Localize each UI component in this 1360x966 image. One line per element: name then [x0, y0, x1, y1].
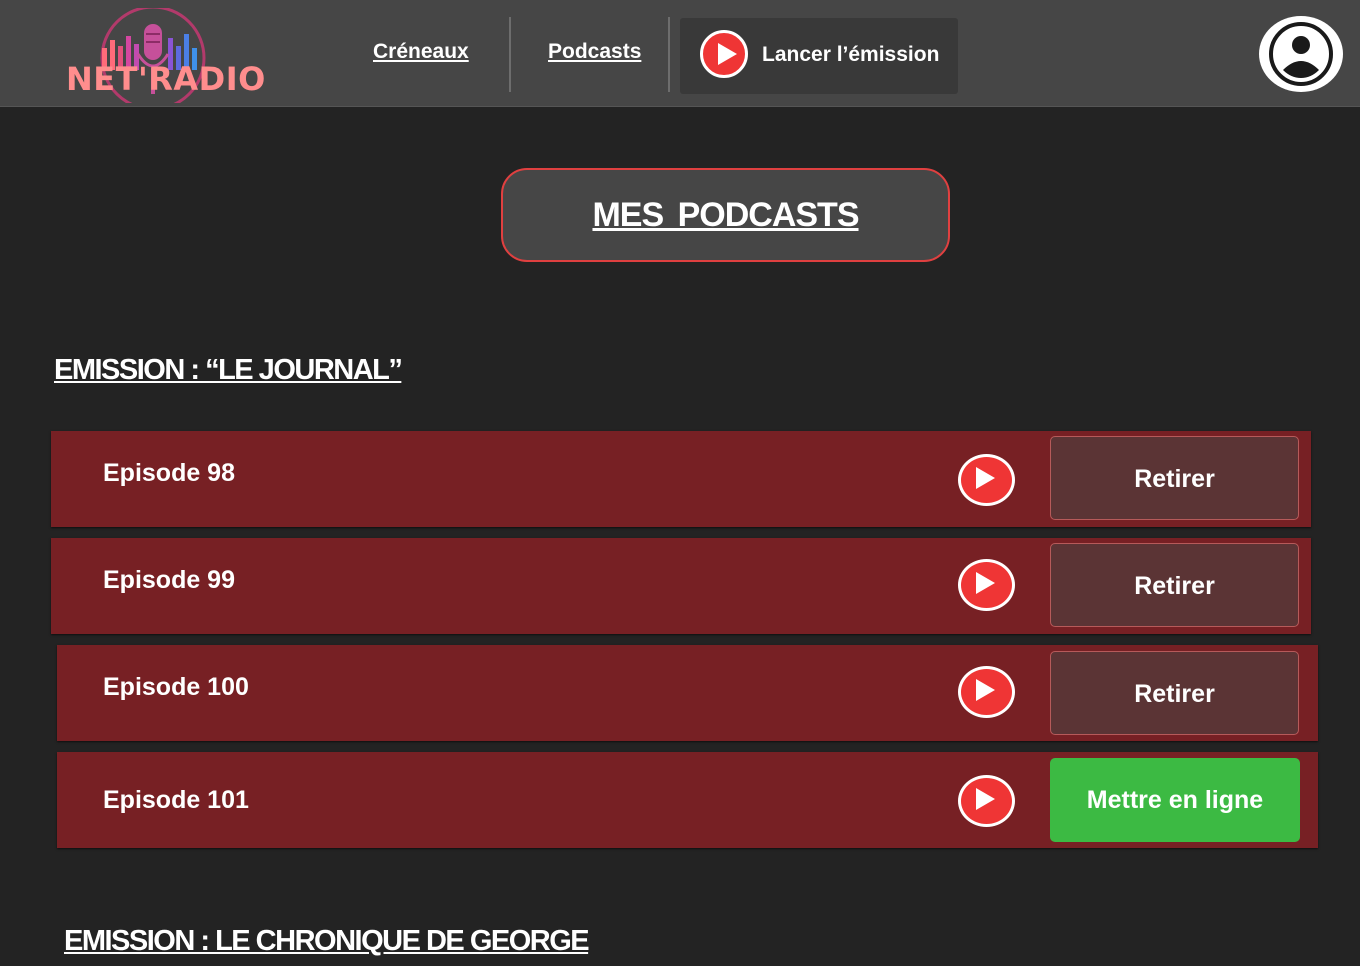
play-icon[interactable] [958, 454, 1015, 506]
profile-button[interactable] [1259, 16, 1343, 92]
episode-row: Episode 98 Retirer [51, 431, 1311, 527]
netradio-logo[interactable]: NET'RADIO [60, 8, 265, 103]
play-icon [700, 30, 748, 78]
episode-title: Episode 100 [103, 673, 249, 701]
publish-button[interactable]: Mettre en ligne [1050, 758, 1300, 842]
nav-divider [509, 17, 511, 92]
episode-title: Episode 98 [103, 459, 235, 487]
nav-link-creneaux[interactable]: Créneaux [373, 40, 469, 64]
episode-row: Episode 101 Mettre en ligne [57, 752, 1318, 848]
section-title: EMISSION : “LE JOURNAL” [54, 354, 403, 386]
remove-button[interactable]: Retirer [1050, 543, 1299, 627]
page-title-box: MES PODCASTS [501, 168, 950, 262]
episode-title: Episode 99 [103, 566, 235, 594]
nav-divider [668, 17, 670, 92]
episode-row: Episode 99 Retirer [51, 538, 1311, 634]
page-title: MES PODCASTS [592, 196, 859, 234]
play-icon[interactable] [958, 775, 1015, 827]
episode-title: Episode 101 [103, 786, 249, 814]
logo-text: NET'RADIO [66, 60, 266, 98]
launch-broadcast-label: Lancer l’émission [762, 43, 940, 66]
remove-button[interactable]: Retirer [1050, 651, 1299, 735]
launch-broadcast-button[interactable]: Lancer l’émission [680, 18, 958, 94]
play-icon[interactable] [958, 559, 1015, 611]
play-icon[interactable] [958, 666, 1015, 718]
episode-row: Episode 100 Retirer [57, 645, 1318, 741]
nav-link-podcasts[interactable]: Podcasts [548, 40, 641, 64]
user-profile-icon [1269, 22, 1333, 86]
top-navbar: NET'RADIO Créneaux Podcasts Lancer l’émi… [0, 0, 1360, 107]
section-title: EMISSION : LE CHRONIQUE DE GEORGE [64, 925, 590, 957]
remove-button[interactable]: Retirer [1050, 436, 1299, 520]
